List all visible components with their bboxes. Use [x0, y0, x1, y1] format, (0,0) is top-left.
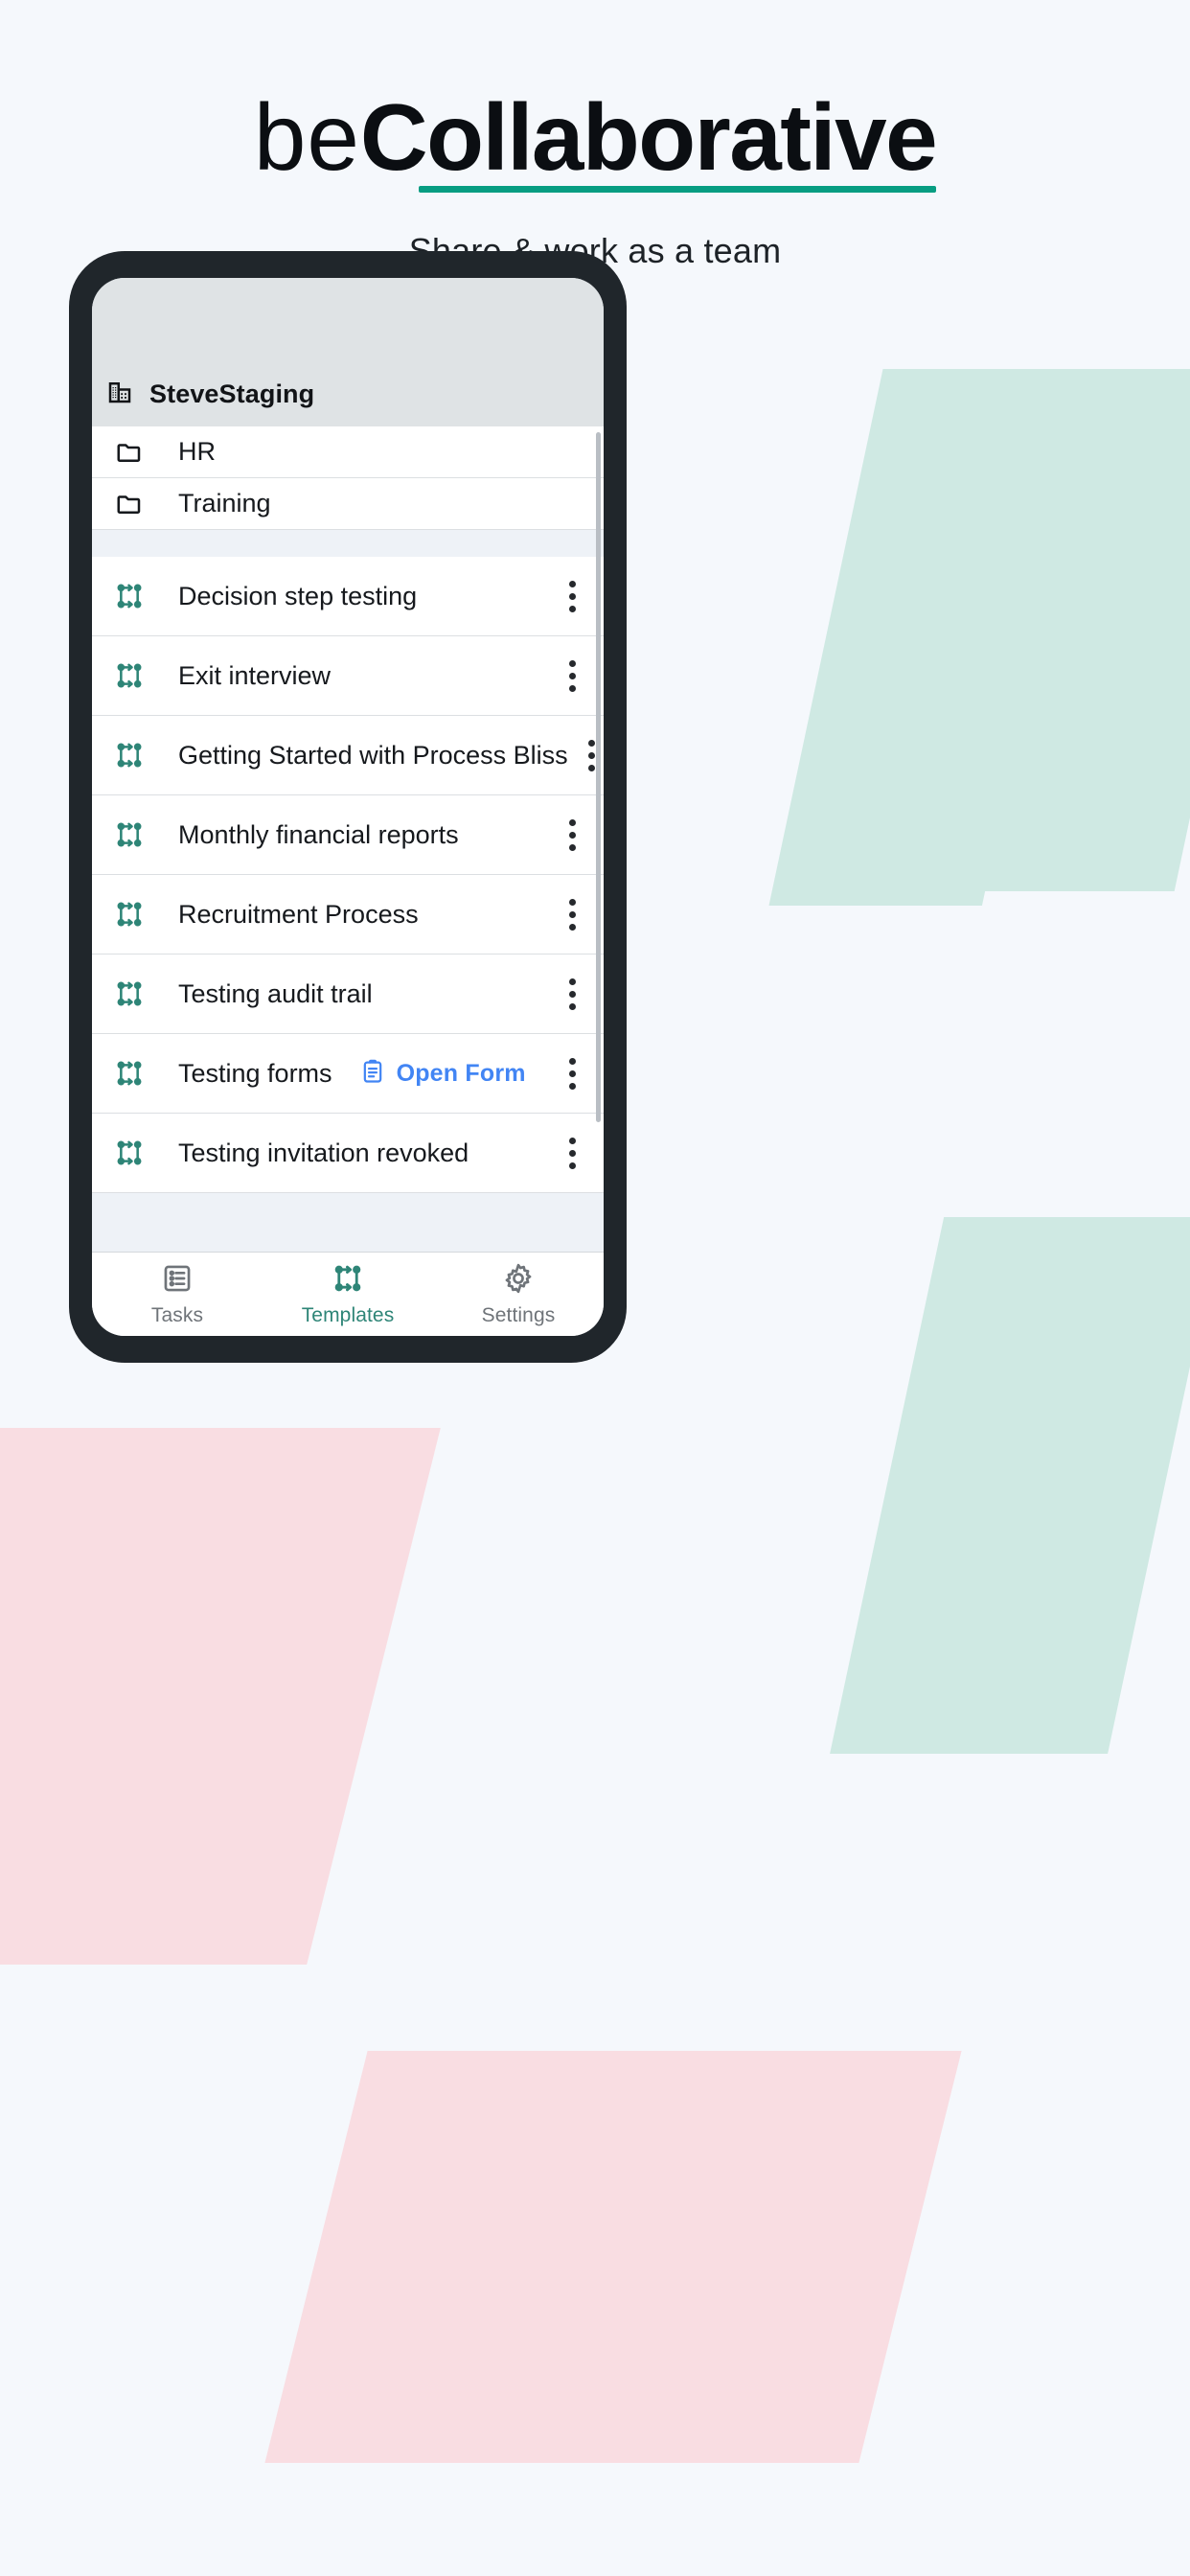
template-label: Testing forms [178, 1058, 332, 1088]
list-section-divider [92, 530, 604, 557]
logo-text: beCollaborative [254, 88, 938, 187]
logo-text-bold: Collaborative [359, 84, 938, 190]
template-label: Recruitment Process [178, 899, 419, 929]
gear-icon [502, 1262, 535, 1300]
list-item-template[interactable]: Testing forms Open Form [92, 1034, 604, 1114]
org-name: SteveStaging [149, 380, 315, 408]
mint-shape-top [768, 369, 1190, 906]
kebab-menu-icon[interactable] [556, 978, 588, 1010]
open-form-label: Open Form [396, 1059, 526, 1087]
kebab-menu-icon[interactable] [556, 580, 588, 612]
process-flow-icon [105, 978, 153, 1009]
phone-mockup: SteveStaging HR Training Decision step t… [69, 251, 627, 1363]
template-label: Testing audit trail [178, 978, 373, 1008]
phone-screen: SteveStaging HR Training Decision step t… [92, 278, 604, 1336]
folder-icon [105, 438, 153, 467]
hero-section: beCollaborative Share & work as a team [0, 0, 1190, 271]
list-item-template[interactable]: Exit interview [92, 636, 604, 716]
folder-label: HR [178, 437, 216, 466]
nav-item-settings[interactable]: Settings [433, 1253, 604, 1336]
nav-item-templates[interactable]: Templates [263, 1253, 433, 1336]
list-item-folder[interactable]: HR [92, 426, 604, 478]
process-flow-icon [105, 1138, 153, 1168]
pink-shape-bottom [264, 2051, 962, 2463]
list-item-template[interactable]: Getting Started with Process Bliss [92, 716, 604, 795]
bottom-navigation: Tasks Templates Settings [92, 1252, 604, 1336]
kebab-menu-icon[interactable] [556, 1137, 588, 1169]
nav-item-tasks[interactable]: Tasks [92, 1253, 263, 1336]
kebab-menu-icon[interactable] [556, 818, 588, 851]
folder-label: Training [178, 489, 271, 518]
process-flow-icon [105, 819, 153, 850]
template-label: Exit interview [178, 660, 332, 690]
template-list[interactable]: HR Training Decision step testing Exit i… [92, 426, 604, 1252]
list-scrollbar[interactable] [596, 432, 601, 1122]
process-flow-icon [332, 1262, 364, 1300]
list-item-template[interactable]: Decision step testing [92, 557, 604, 636]
nav-label-settings: Settings [481, 1303, 556, 1326]
kebab-menu-icon[interactable] [556, 898, 588, 931]
kebab-menu-icon[interactable] [556, 659, 588, 692]
mint-shape-middle [830, 1160, 1190, 1754]
template-label: Testing invitation revoked [178, 1138, 469, 1167]
logo-underline [418, 185, 937, 193]
kebab-menu-icon[interactable] [556, 1057, 588, 1090]
list-item-template[interactable]: Monthly financial reports [92, 795, 604, 875]
process-flow-icon [105, 1058, 153, 1089]
template-label: Getting Started with Process Bliss [178, 740, 568, 770]
list-item-template[interactable]: Recruitment Process [92, 875, 604, 954]
mint-shape-cut [915, 891, 1190, 1217]
list-item-folder[interactable]: Training [92, 478, 604, 530]
office-building-icon [105, 378, 134, 411]
nav-label-tasks: Tasks [150, 1303, 204, 1326]
template-label: Decision step testing [178, 581, 418, 610]
process-flow-icon [105, 660, 153, 691]
logo-text-light: be [253, 84, 360, 190]
folder-icon [105, 490, 153, 518]
list-item-template[interactable]: Testing invitation revoked [92, 1114, 604, 1193]
open-form-link[interactable]: Open Form [359, 1058, 526, 1090]
app-bar: SteveStaging [92, 278, 604, 426]
clipboard-icon [359, 1058, 386, 1090]
process-flow-icon [105, 740, 153, 770]
template-label: Monthly financial reports [178, 819, 459, 849]
list-tasks-icon [161, 1262, 194, 1300]
nav-label-templates: Templates [301, 1303, 395, 1326]
process-flow-icon [105, 581, 153, 611]
list-item-template[interactable]: Testing audit trail [92, 954, 604, 1034]
pink-shape-left [0, 1428, 441, 1965]
logo: beCollaborative [254, 88, 938, 193]
process-flow-icon [105, 899, 153, 930]
